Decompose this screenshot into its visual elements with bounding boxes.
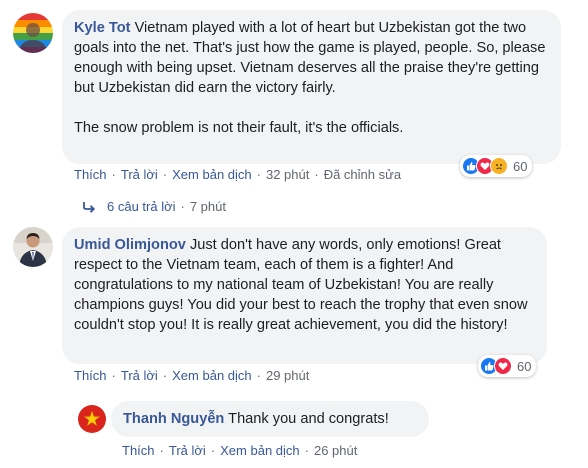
separator-dot: ·	[256, 368, 261, 383]
reaction-summary[interactable]: 60	[460, 155, 533, 177]
reaction-count: 60	[513, 158, 528, 174]
man-in-suit-avatar-icon	[13, 227, 53, 267]
reaction-count: 60	[517, 358, 532, 374]
comment-timestamp[interactable]: 32 phút	[266, 167, 309, 182]
reply-link[interactable]: Trả lời	[121, 368, 158, 383]
reply-avatar[interactable]	[78, 405, 106, 433]
separator-dot: ·	[111, 167, 116, 182]
reply-arrow-icon	[82, 201, 96, 213]
sad-icon	[490, 157, 508, 175]
comment-text-second-paragraph: The snow problem is not their fault, it'…	[74, 120, 404, 136]
reaction-summary[interactable]: 60	[478, 355, 537, 377]
translate-link[interactable]: Xem bản dịch	[172, 368, 252, 383]
separator-dot: ·	[111, 368, 116, 383]
like-link[interactable]: Thích	[74, 167, 107, 182]
reply-timestamp[interactable]: 26 phút	[314, 443, 357, 458]
comment-actions: Thích · Trả lời · Xem bản dịch · 29 phút	[74, 368, 309, 383]
commenter-avatar[interactable]	[13, 227, 53, 267]
reply-text: Thank you and congrats!	[228, 411, 389, 427]
separator-dot: ·	[256, 167, 261, 182]
comment-author[interactable]: Umid Olimjonov	[74, 237, 186, 253]
separator-dot: ·	[180, 199, 185, 214]
rainbow-profile-avatar-icon	[13, 13, 53, 53]
comment-body: Umid Olimjonov Just don't have any words…	[74, 235, 535, 335]
reply-author[interactable]: Thanh Nguyễn	[123, 411, 224, 427]
reply-actions: Thích · Trả lời · Xem bản dịch · 26 phút	[122, 443, 357, 458]
comment-bubble: Umid Olimjonov Just don't have any words…	[62, 227, 547, 364]
comment-timestamp[interactable]: 29 phút	[266, 368, 309, 383]
like-link[interactable]: Thích	[74, 368, 107, 383]
comment-bubble: Kyle Tot Vietnam played with a lot of he…	[62, 10, 561, 164]
comment-author[interactable]: Kyle Tot	[74, 20, 131, 36]
view-replies-link[interactable]: 6 câu trả lời · 7 phút	[82, 199, 226, 214]
comment-text: Vietnam played with a lot of heart but U…	[74, 20, 546, 96]
reply-link[interactable]: Trả lời	[169, 443, 206, 458]
separator-dot: ·	[162, 368, 168, 383]
commenter-avatar[interactable]	[13, 13, 53, 53]
edited-label[interactable]: Đã chỉnh sửa	[324, 167, 401, 182]
separator-dot: ·	[304, 443, 309, 458]
separator-dot: ·	[210, 443, 216, 458]
separator-dot: ·	[159, 443, 164, 458]
vietnam-flag-avatar-icon	[78, 405, 106, 433]
separator-dot: ·	[314, 167, 319, 182]
translate-link[interactable]: Xem bản dịch	[172, 167, 252, 182]
replies-count-label[interactable]: 6 câu trả lời	[107, 199, 176, 214]
replies-time: 7 phút	[189, 199, 226, 214]
reply-link[interactable]: Trả lời	[121, 167, 158, 182]
translate-link[interactable]: Xem bản dịch	[220, 443, 300, 458]
separator-dot: ·	[162, 167, 168, 182]
comment-actions: Thích · Trả lời · Xem bản dịch · 32 phút…	[74, 167, 401, 182]
comment-body: Kyle Tot Vietnam played with a lot of he…	[74, 18, 549, 98]
like-link[interactable]: Thích	[122, 443, 155, 458]
love-icon	[494, 357, 512, 375]
reply-bubble: Thanh Nguyễn Thank you and congrats!	[111, 401, 429, 437]
